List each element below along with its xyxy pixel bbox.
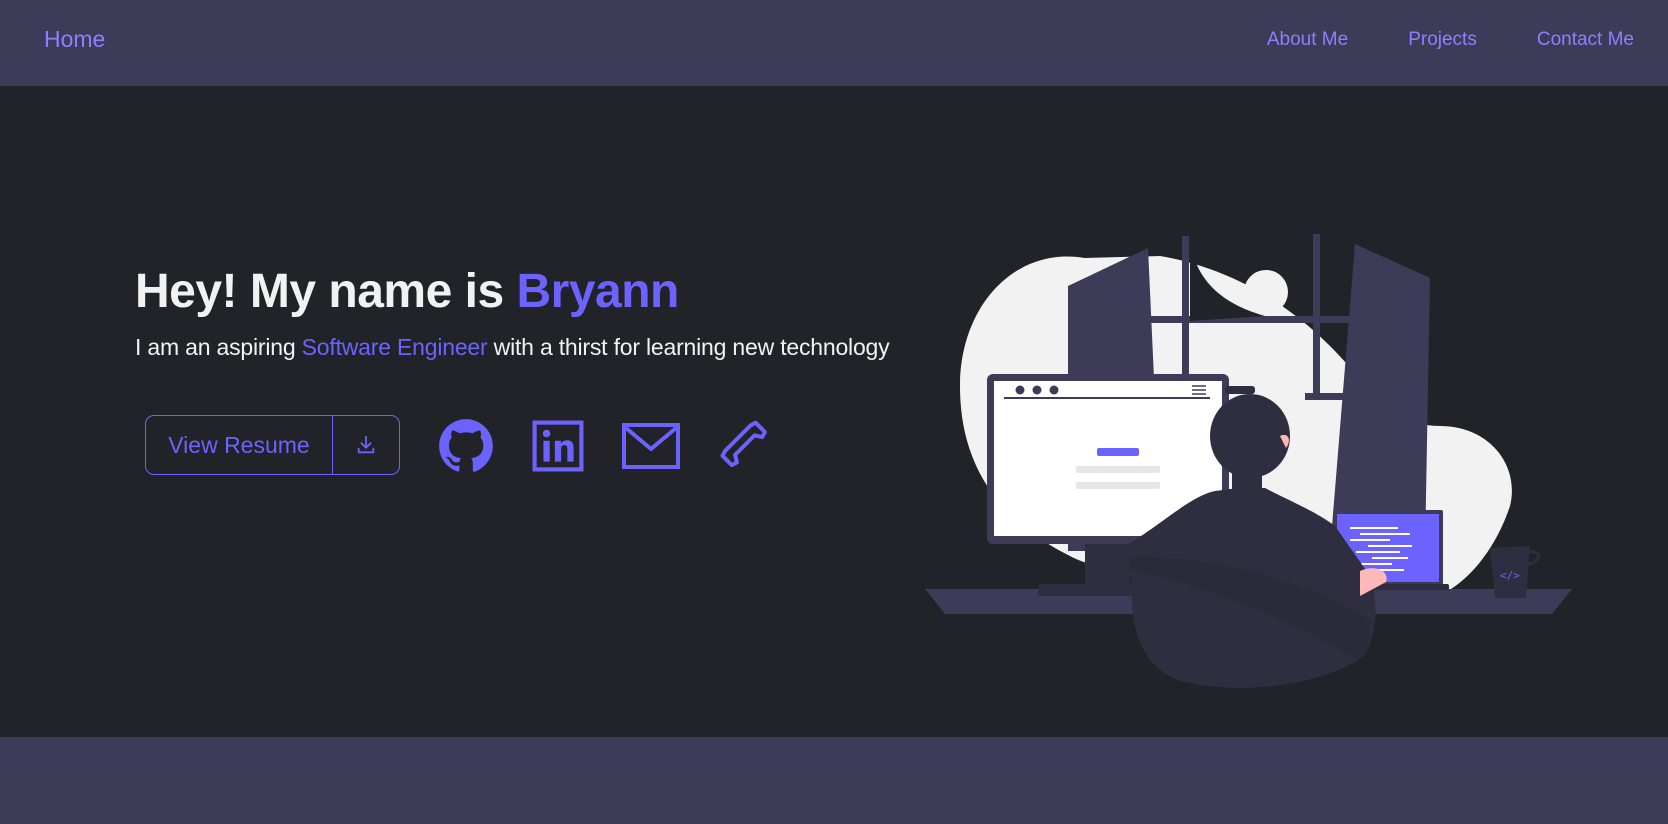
email-link[interactable] [621, 416, 681, 476]
monitor-arm [1225, 386, 1255, 394]
hero-title-name: Bryann [516, 265, 679, 318]
linkedin-link[interactable] [528, 416, 588, 476]
monitor-stand [1085, 544, 1130, 589]
window-moon [1244, 270, 1288, 314]
person-head [1210, 394, 1290, 478]
phone-link[interactable] [713, 416, 773, 476]
view-resume-button[interactable]: View Resume [146, 416, 333, 474]
nav-projects-link[interactable]: Projects [1408, 29, 1477, 51]
hero-title: Hey! My name is Bryann [135, 264, 679, 319]
github-icon [439, 419, 493, 472]
window-frame-vertical [1182, 236, 1189, 386]
developer-illustration: </> [925, 234, 1572, 688]
mug-code-symbol: </> [1500, 569, 1520, 582]
nav-home-link[interactable]: Home [44, 26, 105, 53]
hero-subtitle-highlight: Software Engineer [301, 334, 488, 360]
footer [0, 737, 1668, 824]
nav-contact-link[interactable]: Contact Me [1537, 29, 1634, 51]
browser-dot [1049, 385, 1059, 395]
hero-subtitle-suffix: with a thirst for learning new technolog… [487, 334, 890, 360]
nav-about-link[interactable]: About Me [1267, 29, 1348, 51]
download-icon [357, 435, 375, 454]
mug-handle [1527, 550, 1540, 566]
window-frame-horizontal [1148, 316, 1368, 323]
browser-dot [1032, 385, 1042, 395]
hero-title-prefix: Hey! My name is [135, 265, 517, 318]
screen-line [1076, 482, 1160, 489]
download-resume-button[interactable] [333, 416, 399, 474]
window-frame-horizontal [1305, 393, 1365, 400]
resume-button-group: View Resume [145, 415, 400, 475]
window-frame-vertical [1313, 234, 1320, 394]
screen-line [1076, 466, 1160, 473]
github-link[interactable] [436, 416, 496, 476]
navbar: Home About Me Projects Contact Me [0, 0, 1668, 86]
linkedin-icon [532, 420, 584, 472]
browser-dot [1015, 385, 1025, 395]
screen-button [1097, 448, 1139, 456]
hero-subtitle-prefix: I am an aspiring [135, 334, 302, 360]
hero-subtitle: I am an aspiring Software Engineer with … [135, 334, 890, 361]
phone-icon [720, 420, 767, 468]
nav-links: About Me Projects Contact Me [1267, 29, 1634, 51]
mail-icon [622, 423, 680, 469]
hero-section: Hey! My name is Bryann I am an aspiring … [0, 86, 1668, 737]
